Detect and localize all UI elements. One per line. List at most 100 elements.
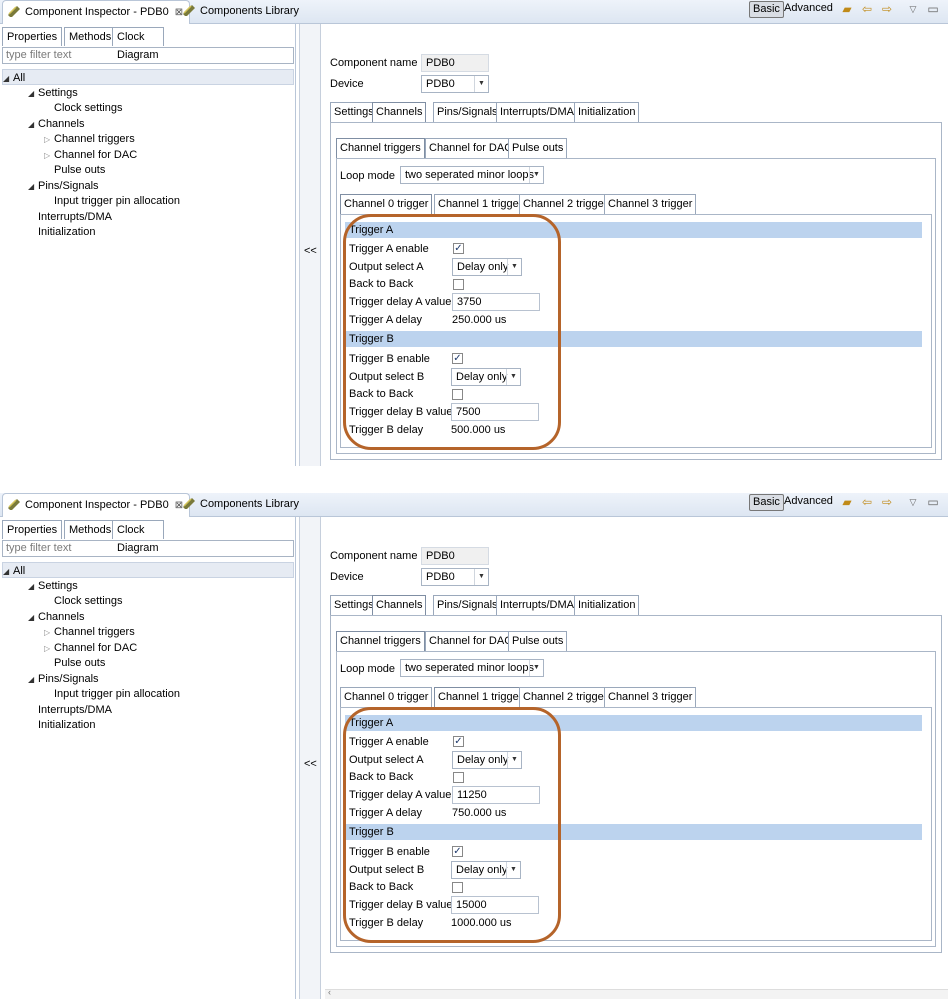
components-library-tab[interactable]: Components Library	[178, 493, 305, 517]
tab-initialization[interactable]: Initialization	[574, 102, 640, 122]
tab-channel-0-trigger[interactable]: Channel 0 trigger	[340, 687, 433, 707]
output-select-a-select[interactable]: Delay only ▼	[452, 751, 522, 769]
collapse-splitter[interactable]: <<	[299, 24, 321, 466]
trigger-delay-b-value-input[interactable]: 15000	[451, 896, 539, 914]
tab-methods[interactable]: Methods	[64, 27, 117, 46]
back-to-back-b-checkbox[interactable]	[452, 882, 463, 893]
trigger-b-enable-checkbox[interactable]: ✓	[452, 353, 463, 364]
tab-channel-for-dac[interactable]: Channel for DAC	[425, 631, 517, 651]
tree-item[interactable]: ▷ Channel for DAC	[44, 147, 137, 163]
tree-item[interactable]: ▷ Channel triggers	[44, 624, 135, 640]
scroll-left-icon[interactable]: ‹	[328, 987, 331, 997]
tab-settings[interactable]: Settings	[330, 595, 378, 615]
tab-channel-3-trigger[interactable]: Channel 3 trigger	[604, 194, 697, 214]
horizontal-scrollbar[interactable]: ‹	[325, 987, 948, 999]
tab-pins-signals[interactable]: Pins/Signals	[433, 102, 502, 122]
tab-clock-diagram[interactable]: Clock Diagram	[112, 27, 164, 61]
tree-item[interactable]: ◢ All	[2, 562, 294, 578]
back-to-back-b-checkbox[interactable]	[452, 389, 463, 400]
tab-channel-0-trigger[interactable]: Channel 0 trigger	[340, 194, 433, 214]
loop-mode-select[interactable]: two seperated minor loops ▼	[400, 659, 544, 677]
tree-item[interactable]: Input trigger pin allocation	[44, 686, 180, 702]
tab-channel-for-dac[interactable]: Channel for DAC	[425, 138, 517, 158]
tree-item[interactable]: ◢ Channels	[28, 116, 84, 132]
trigger-b-enable-checkbox[interactable]: ✓	[452, 846, 463, 857]
filter-input[interactable]: type filter text	[2, 47, 294, 64]
component-inspector-tab[interactable]: Component Inspector - PDB0 ⊠	[2, 493, 191, 517]
tree-item[interactable]: ◢ Settings	[28, 578, 78, 594]
tab-pulse-outs[interactable]: Pulse outs	[508, 631, 568, 651]
advanced-mode-button[interactable]: Advanced	[781, 1, 836, 18]
minimize-icon[interactable]: ▭	[926, 495, 940, 509]
tree-item[interactable]: ◢ Channels	[28, 609, 84, 625]
tab-channel-2-trigger[interactable]: Channel 2 trigger	[519, 687, 612, 707]
tab-interrupts-dma[interactable]: Interrupts/DMA	[496, 595, 578, 615]
forward-arrow-icon[interactable]: ⇨	[880, 2, 894, 16]
tab-initialization[interactable]: Initialization	[574, 595, 640, 615]
tab-channel-1-trigger[interactable]: Channel 1 trigger	[434, 687, 527, 707]
tree-item[interactable]: Pulse outs	[44, 655, 105, 671]
tree-item[interactable]: ◢ Pins/Signals	[28, 671, 99, 687]
tab-properties[interactable]: Properties	[2, 520, 63, 539]
tree-item[interactable]: Input trigger pin allocation	[44, 193, 180, 209]
tree-item[interactable]: Interrupts/DMA	[28, 702, 112, 718]
tree-item[interactable]: ◢ All	[2, 69, 294, 85]
device-select[interactable]: PDB0 ▼	[421, 75, 489, 93]
tree-item[interactable]: Clock settings	[44, 593, 122, 609]
trigger-a-enable-checkbox[interactable]: ✓	[453, 243, 464, 254]
collapse-arrow-icon[interactable]: ◢	[3, 564, 13, 580]
tree-item[interactable]: Pulse outs	[44, 162, 105, 178]
tab-pulse-outs[interactable]: Pulse outs	[508, 138, 568, 158]
collapse-button[interactable]: <<	[304, 758, 317, 770]
new-note-icon[interactable]: ▰	[840, 495, 854, 509]
tree-item[interactable]: ◢ Settings	[28, 85, 78, 101]
minimize-icon[interactable]: ▭	[926, 2, 940, 16]
component-inspector-tab[interactable]: Component Inspector - PDB0 ⊠	[2, 0, 191, 24]
new-note-icon[interactable]: ▰	[840, 2, 854, 16]
tab-properties[interactable]: Properties	[2, 27, 63, 46]
tab-interrupts-dma[interactable]: Interrupts/DMA	[496, 102, 578, 122]
basic-mode-button[interactable]: Basic	[749, 494, 784, 511]
tab-channel-1-trigger[interactable]: Channel 1 trigger	[434, 194, 527, 214]
advanced-mode-button[interactable]: Advanced	[781, 494, 836, 511]
tab-channels[interactable]: Channels	[372, 102, 427, 122]
trigger-delay-a-value-input[interactable]: 11250	[452, 786, 540, 804]
view-menu-icon[interactable]: ▽	[906, 2, 920, 16]
tab-settings[interactable]: Settings	[330, 102, 378, 122]
tree-item[interactable]: Clock settings	[44, 100, 122, 116]
collapse-splitter[interactable]: <<	[299, 517, 321, 999]
tree-item[interactable]: Initialization	[28, 717, 95, 733]
tab-pins-signals[interactable]: Pins/Signals	[433, 595, 502, 615]
filter-input[interactable]: type filter text	[2, 540, 294, 557]
back-arrow-icon[interactable]: ⇦	[860, 2, 874, 16]
tree-item[interactable]: Initialization	[28, 224, 95, 240]
tab-channel-2-trigger[interactable]: Channel 2 trigger	[519, 194, 612, 214]
collapse-arrow-icon[interactable]: ◢	[28, 179, 38, 195]
back-arrow-icon[interactable]: ⇦	[860, 495, 874, 509]
collapse-button[interactable]: <<	[304, 245, 317, 257]
collapse-arrow-icon[interactable]: ◢	[28, 610, 38, 626]
collapse-arrow-icon[interactable]: ◢	[3, 71, 13, 87]
trigger-delay-a-value-input[interactable]: 3750	[452, 293, 540, 311]
tab-methods[interactable]: Methods	[64, 520, 117, 539]
output-select-b-select[interactable]: Delay only ▼	[451, 368, 521, 386]
loop-mode-select[interactable]: two seperated minor loops ▼	[400, 166, 544, 184]
tab-clock-diagram[interactable]: Clock Diagram	[112, 520, 164, 554]
components-library-tab[interactable]: Components Library	[178, 0, 305, 24]
tree-item[interactable]: ▷ Channel triggers	[44, 131, 135, 147]
tab-channel-triggers[interactable]: Channel triggers	[336, 631, 425, 651]
tree-item[interactable]: ◢ Pins/Signals	[28, 178, 99, 194]
tab-channel-triggers[interactable]: Channel triggers	[336, 138, 425, 158]
device-select[interactable]: PDB0 ▼	[421, 568, 489, 586]
tree-item[interactable]: Interrupts/DMA	[28, 209, 112, 225]
tab-channels[interactable]: Channels	[372, 595, 427, 615]
tab-channel-3-trigger[interactable]: Channel 3 trigger	[604, 687, 697, 707]
forward-arrow-icon[interactable]: ⇨	[880, 495, 894, 509]
collapse-arrow-icon[interactable]: ◢	[28, 117, 38, 133]
output-select-b-select[interactable]: Delay only ▼	[451, 861, 521, 879]
tree-item[interactable]: ▷ Channel for DAC	[44, 640, 137, 656]
basic-mode-button[interactable]: Basic	[749, 1, 784, 18]
collapse-arrow-icon[interactable]: ◢	[28, 579, 38, 595]
collapse-arrow-icon[interactable]: ◢	[28, 672, 38, 688]
trigger-delay-b-value-input[interactable]: 7500	[451, 403, 539, 421]
